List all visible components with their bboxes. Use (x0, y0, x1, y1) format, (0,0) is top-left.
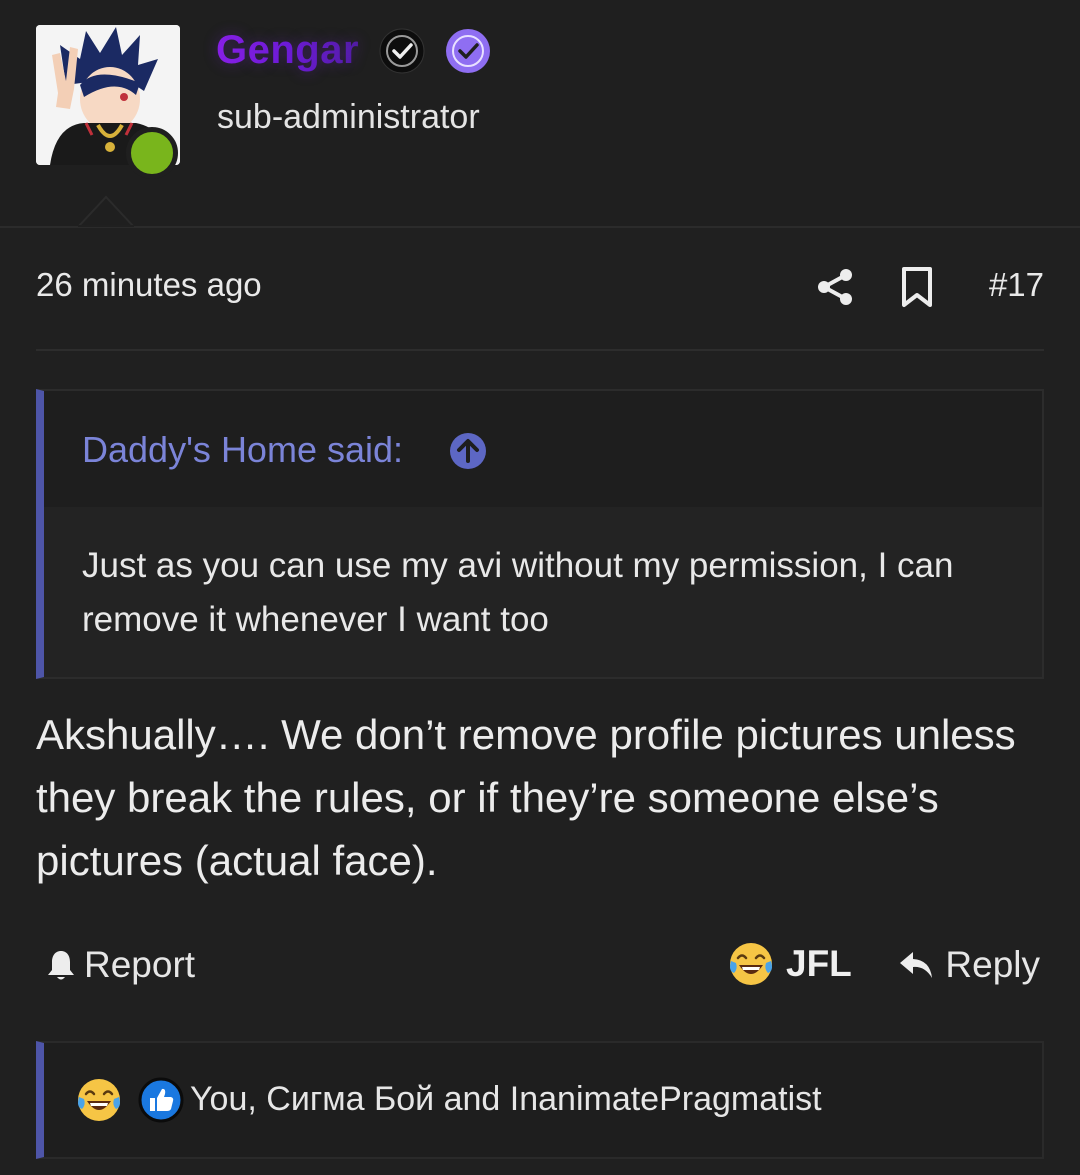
reactions-text: You, Сигма Бой and InanimatePragmatist (190, 1080, 822, 1118)
username[interactable]: Gengar (216, 28, 359, 73)
reactions-summary-bar[interactable]: You, Сигма Бой and InanimatePragmatist (36, 1041, 1044, 1159)
divider (36, 349, 1044, 351)
arrow-up-circle-icon[interactable] (448, 431, 488, 471)
quote-block: Daddy's Home said: Just as you can use m… (36, 389, 1044, 679)
quote-header: Daddy's Home said: (44, 391, 1042, 507)
post-container: Gengar sub-administrator 26 minutes ago … (0, 0, 1080, 1175)
report-label: Report (84, 944, 196, 985)
verified-black-icon (379, 28, 425, 74)
reaction-button[interactable]: JFL (728, 938, 852, 990)
thumbs-up-icon (138, 1077, 184, 1123)
online-status-dot (126, 127, 178, 179)
post-timestamp[interactable]: 26 minutes ago (36, 266, 262, 304)
user-role: sub-administrator (217, 98, 480, 136)
bell-icon (48, 951, 74, 980)
quote-author[interactable]: Daddy's Home said: (82, 429, 403, 471)
verified-purple-icon (446, 29, 490, 73)
post-number-link[interactable]: #17 (989, 266, 1044, 304)
quote-text: Just as you can use my avi without my pe… (82, 546, 954, 639)
reply-arrow-icon (900, 952, 933, 978)
post-author-header: Gengar sub-administrator (0, 0, 1080, 228)
bookmark-icon[interactable] (898, 266, 936, 308)
share-icon[interactable] (814, 266, 856, 308)
reply-button[interactable]: Reply (897, 940, 1040, 990)
header-pointer-arrow (78, 195, 134, 227)
post-body-text: Akshually…. We don’t remove profile pict… (36, 711, 1016, 884)
reply-label: Reply (945, 944, 1040, 985)
laughing-crying-emoji-icon (730, 943, 772, 985)
laughing-crying-emoji-icon (78, 1079, 120, 1121)
report-button[interactable]: Report (44, 940, 195, 990)
reaction-label: JFL (786, 943, 852, 984)
